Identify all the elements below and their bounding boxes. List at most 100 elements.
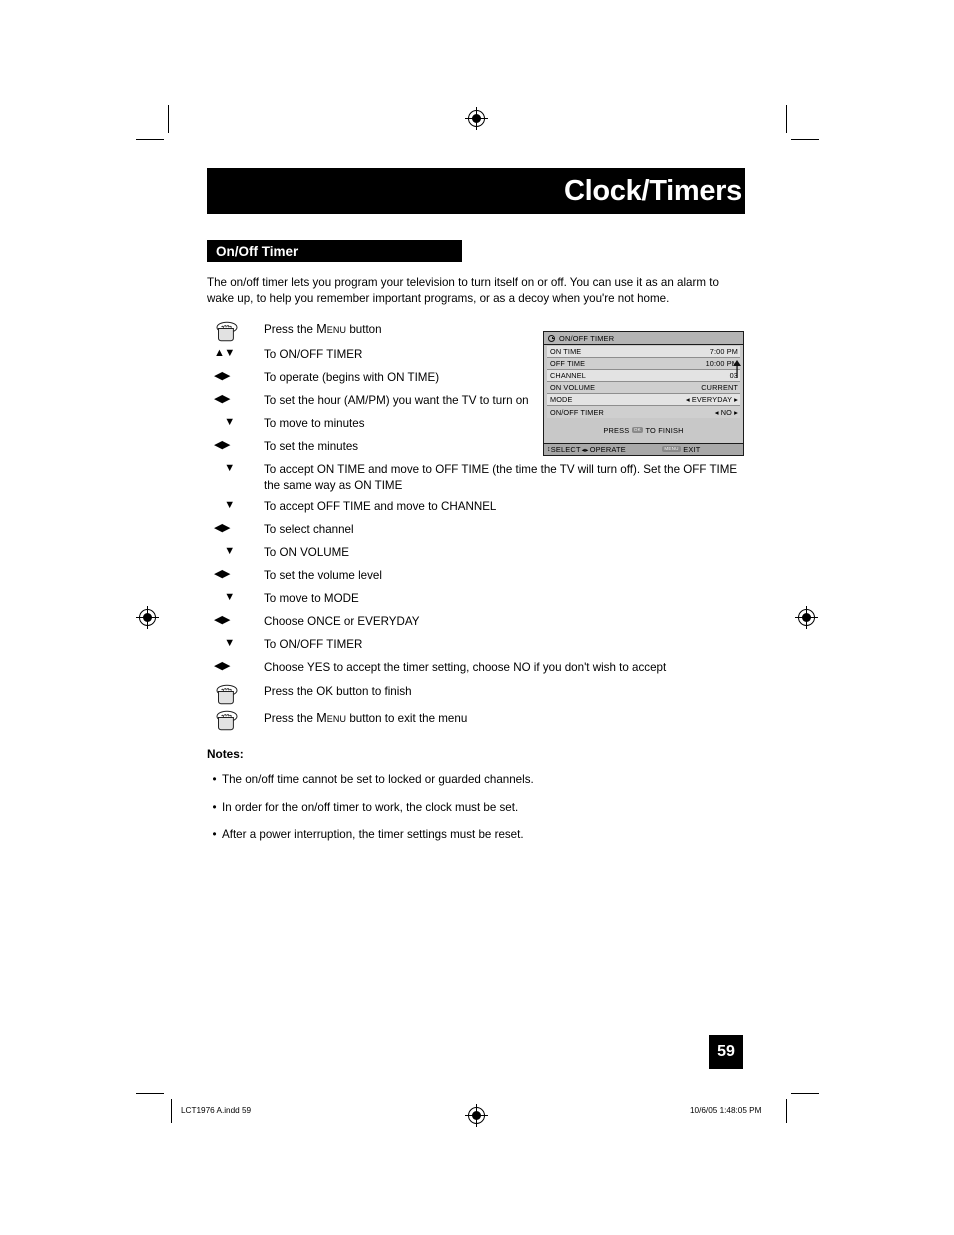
step-row: ◀▶ Choose ONCE or EVERYDAY	[207, 613, 745, 633]
osd-row-value[interactable]: 7:00 PM	[710, 347, 738, 356]
crop-mark-top-right-horizontal	[791, 139, 819, 141]
note-bullet-icon: •	[212, 800, 217, 814]
step-row: Press the Menu button to exit the menu	[207, 709, 745, 732]
step-text: To move to MODE	[264, 592, 359, 606]
osd-title-bar: ON/OFF TIMER	[544, 332, 743, 345]
note-bullet-icon: •	[212, 827, 217, 841]
step-key-hand	[207, 709, 264, 732]
press-button-hand-icon	[216, 685, 238, 705]
step-text: To ON/OFF TIMER	[264, 347, 363, 361]
osd-row-label: ON/OFF TIMER	[550, 407, 604, 417]
step-key-arrows: ◀▶	[207, 438, 264, 452]
step-key-arrows: ◀▶	[207, 613, 264, 627]
direction-arrows-icon: ▼	[224, 637, 235, 650]
osd-finish-hint: PRESS OK TO FINISH	[544, 418, 743, 443]
step-key-arrows: ◀▶	[207, 392, 264, 406]
osd-menu-row[interactable]: ON/OFF TIMER ◂ NO ▸	[547, 406, 740, 418]
step-text: To ON VOLUME	[264, 546, 350, 560]
page-number-badge: 59	[709, 1035, 743, 1069]
registration-mark-bottom	[465, 1104, 488, 1127]
osd-menu-row[interactable]: ON TIME 7:00 PM	[547, 346, 740, 358]
direction-arrows-icon: ◀▶	[214, 614, 230, 627]
osd-menu-row[interactable]: CHANNEL 03	[547, 370, 740, 382]
step-key-arrows: ▲▼	[207, 346, 264, 360]
step-text-prefix: Press the	[264, 322, 317, 336]
note-text: After a power interruption, the timer se…	[222, 827, 524, 841]
step-text: Press the Menu button to exit the menu	[264, 709, 467, 728]
direction-arrows-icon: ▼	[224, 591, 235, 604]
osd-menu-row[interactable]: OFF TIME 10:00 PM	[547, 358, 740, 370]
footer-file-slug: LCT1976 A.indd 59	[181, 1106, 252, 1115]
scroll-up-arrow-icon	[733, 360, 741, 378]
crop-mark-bottom-left-horizontal	[136, 1093, 164, 1095]
note-bullet-icon: •	[212, 773, 217, 787]
direction-arrows-icon: ◀▶	[214, 369, 230, 382]
footer-timestamp: 10/6/05 1:48:05 PM	[690, 1106, 762, 1115]
slug-rule-right	[786, 1099, 787, 1123]
operate-arrows-icon: ◂▸	[581, 446, 589, 454]
note-item: • After a power interruption, the timer s…	[207, 827, 745, 843]
osd-row-label: ON TIME	[550, 347, 582, 356]
registration-mark-right	[795, 606, 818, 629]
step-text: To set the volume level	[264, 569, 382, 583]
step-text-prefix: Press the	[264, 712, 317, 726]
step-row: ▼ To accept ON TIME and move to OFF TIME …	[207, 461, 745, 495]
step-text: To ON/OFF TIMER	[264, 638, 363, 652]
direction-arrows-icon: ▼	[224, 545, 235, 558]
osd-menu-row[interactable]: ON VOLUME CURRENT	[547, 382, 740, 394]
osd-select-label: SELECT	[550, 445, 581, 454]
step-key-arrows: ▼	[207, 498, 264, 512]
direction-arrows-icon: ▲▼	[214, 346, 235, 359]
osd-row-label: ON VOLUME	[550, 383, 596, 392]
press-button-hand-icon	[216, 711, 238, 731]
menu-key-name: Menu	[316, 711, 347, 726]
osd-scroll-up-indicator	[733, 360, 741, 378]
slug-rule-left	[171, 1099, 172, 1123]
step-row: Press the OK button to finish	[207, 683, 745, 706]
step-text: To set the minutes	[264, 439, 359, 453]
direction-arrows-icon: ◀▶	[214, 438, 230, 451]
step-key-arrows: ◀▶	[207, 659, 264, 673]
note-item: • The on/off time cannot be set to locked…	[207, 772, 745, 788]
chapter-header-bar: Clock/Timers	[207, 168, 745, 214]
direction-arrows-icon: ◀▶	[214, 522, 230, 535]
step-key-arrows: ◀▶	[207, 521, 264, 535]
press-button-hand-icon	[216, 321, 238, 341]
ok-button-chip: OK	[631, 427, 643, 433]
osd-row-label: MODE	[550, 395, 573, 404]
notes-list: • The on/off time cannot be set to locked…	[207, 772, 745, 843]
step-key-arrows: ◀▶	[207, 369, 264, 383]
note-item: • In order for the on/off timer to work, …	[207, 800, 745, 816]
direction-arrows-icon: ▼	[224, 415, 235, 428]
step-key-arrows: ▼	[207, 590, 264, 604]
osd-operate-label: OPERATE	[589, 445, 626, 454]
direction-arrows-icon: ▼	[224, 499, 235, 512]
notes-heading: Notes:	[207, 747, 244, 762]
step-row: ▼ To ON/OFF TIMER	[207, 636, 745, 656]
step-text: Press the OK button to finish	[264, 685, 412, 699]
direction-arrows-icon: ◀▶	[214, 568, 230, 581]
step-text: To move to minutes	[264, 416, 365, 430]
osd-row-value[interactable]: ◂ EVERYDAY ▸	[686, 395, 738, 404]
step-text: Choose YES to accept the timer setting, …	[264, 661, 667, 675]
section-title: On/Off Timer	[216, 243, 299, 259]
step-key-arrows: ▼	[207, 544, 264, 558]
osd-exit-label: EXIT	[683, 445, 701, 454]
osd-finish-prefix: PRESS	[603, 426, 630, 435]
step-row: ◀▶ Choose YES to accept the timer setting…	[207, 659, 745, 679]
osd-row-value[interactable]: CURRENT	[701, 383, 738, 392]
registration-mark-left	[136, 606, 159, 629]
step-text: Choose ONCE or EVERYDAY	[264, 615, 420, 629]
chapter-title: Clock/Timers	[563, 174, 742, 207]
step-row: ▼ To move to MODE	[207, 590, 745, 610]
osd-title-text: ON/OFF TIMER	[559, 333, 615, 343]
clock-icon	[548, 334, 555, 342]
step-text-suffix: button	[346, 322, 382, 336]
direction-arrows-icon: ▼	[224, 461, 235, 474]
osd-menu-row[interactable]: MODE ◂ EVERYDAY ▸	[547, 394, 740, 406]
osd-finish-suffix: TO FINISH	[645, 426, 684, 435]
osd-row-value[interactable]: ◂ NO ▸	[715, 408, 738, 417]
step-key-arrows: ◀▶	[207, 567, 264, 581]
step-key-arrows: ▼	[207, 415, 264, 429]
intro-paragraph: The on/off timer lets you program your t…	[207, 276, 719, 306]
